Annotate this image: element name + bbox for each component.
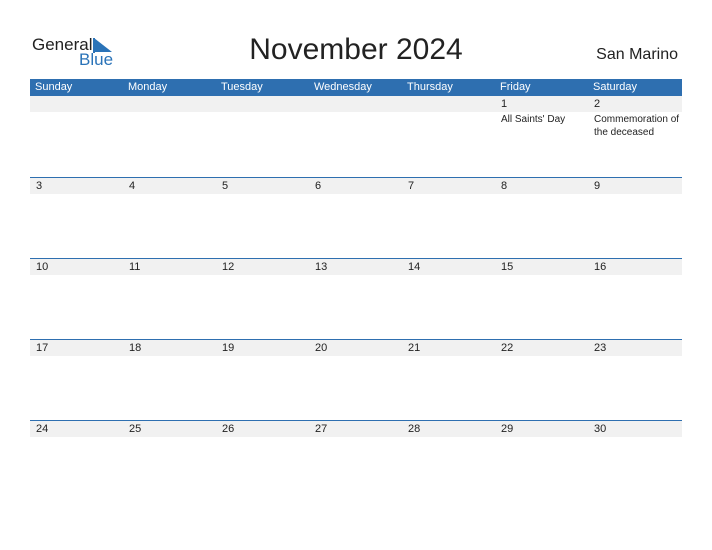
day-cell [30, 96, 123, 139]
day-cell: 18 [123, 340, 216, 357]
weekday-header: Sunday Monday Tuesday Wednesday Thursday… [30, 79, 682, 96]
week-row: 1 All Saints' Day 2 Commemoration of the de… [30, 96, 682, 177]
holiday-label: Commemoration of the deceased [594, 114, 680, 138]
day-cell: 23 [588, 340, 681, 357]
day-number: 28 [408, 423, 421, 435]
day-cell: 9 [588, 178, 681, 195]
day-cell: 16 [588, 259, 681, 276]
day-cell: 26 [216, 421, 309, 438]
day-cell [123, 96, 216, 139]
day-number: 11 [129, 261, 141, 273]
weeks-container: 1 All Saints' Day 2 Commemoration of the de… [30, 96, 682, 501]
weekday-saturday: Saturday [593, 81, 638, 93]
day-cell: 21 [402, 340, 495, 357]
day-cell: 17 [30, 340, 123, 357]
day-number [408, 96, 495, 112]
day-number: 12 [222, 261, 235, 273]
day-cell: 5 [216, 178, 309, 195]
day-number: 27 [315, 423, 328, 435]
day-number: 20 [315, 342, 328, 354]
day-number: 29 [501, 423, 514, 435]
week-row: 10 11 12 13 14 15 16 [30, 258, 682, 339]
weekday-tuesday: Tuesday [221, 81, 263, 93]
day-cell: 28 [402, 421, 495, 438]
day-cell: 7 [402, 178, 495, 195]
day-number: 3 [36, 180, 43, 192]
day-cell: 15 [495, 259, 588, 276]
day-cell: 14 [402, 259, 495, 276]
day-number: 25 [129, 423, 142, 435]
day-cell: 11 [123, 259, 216, 276]
day-number [129, 96, 216, 112]
day-cell: 22 [495, 340, 588, 357]
day-cell: 2 Commemoration of the deceased [588, 96, 681, 139]
day-number: 22 [501, 342, 514, 354]
day-number: 4 [129, 180, 136, 192]
day-number: 18 [129, 342, 142, 354]
day-cell [216, 96, 309, 139]
day-number [222, 96, 309, 112]
day-cell: 8 [495, 178, 588, 195]
week-row: 24 25 26 27 28 29 30 [30, 420, 682, 501]
day-number: 17 [36, 342, 49, 354]
week-row: 17 18 19 20 21 22 23 [30, 339, 682, 420]
country-label: San Marino [596, 46, 678, 63]
day-number: 10 [36, 261, 49, 273]
day-number: 19 [222, 342, 235, 354]
day-cell: 13 [309, 259, 402, 276]
day-number: 21 [408, 342, 421, 354]
day-number: 8 [501, 180, 508, 192]
day-cell [309, 96, 402, 139]
day-cell [402, 96, 495, 139]
weekday-friday: Friday [500, 81, 531, 93]
day-cell: 19 [216, 340, 309, 357]
day-number: 30 [594, 423, 607, 435]
holiday-label: All Saints' Day [501, 114, 566, 125]
week-row: 3 4 5 6 7 8 9 [30, 177, 682, 258]
calendar-grid: Sunday Monday Tuesday Wednesday Thursday… [30, 79, 682, 501]
day-cell: 29 [495, 421, 588, 438]
day-number: 13 [315, 261, 328, 273]
day-cell: 6 [309, 178, 402, 195]
day-number [36, 96, 123, 112]
day-number: 26 [222, 423, 235, 435]
day-number: 16 [594, 261, 607, 273]
day-cell: 12 [216, 259, 309, 276]
weekday-wednesday: Wednesday [314, 81, 372, 93]
day-cell: 1 All Saints' Day [495, 96, 588, 139]
day-number: 1 [501, 98, 508, 110]
day-number: 7 [408, 180, 415, 192]
weekday-monday: Monday [128, 81, 168, 93]
day-cell: 25 [123, 421, 216, 438]
day-cell: 20 [309, 340, 402, 357]
day-number: 23 [594, 342, 607, 354]
day-number: 5 [222, 180, 229, 192]
day-cell: 3 [30, 178, 123, 195]
day-number: 15 [501, 261, 514, 273]
day-cell: 27 [309, 421, 402, 438]
day-number [315, 96, 402, 112]
day-number: 24 [36, 423, 49, 435]
day-cell: 10 [30, 259, 123, 276]
day-cell: 24 [30, 421, 123, 438]
day-number: 6 [315, 180, 322, 192]
weekday-sunday: Sunday [35, 81, 73, 93]
day-number: 14 [408, 261, 421, 273]
day-number: 2 [594, 98, 601, 110]
weekday-thursday: Thursday [407, 81, 453, 93]
day-cell: 30 [588, 421, 681, 438]
day-cell: 4 [123, 178, 216, 195]
day-number: 9 [594, 180, 601, 192]
